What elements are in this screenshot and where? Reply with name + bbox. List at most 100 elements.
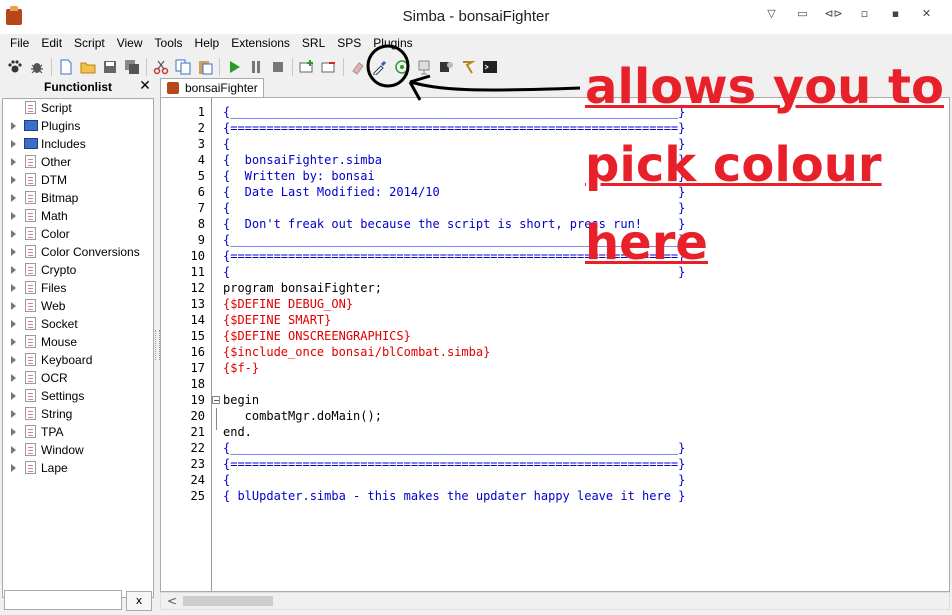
tree-item-lape[interactable]: Lape xyxy=(3,459,153,477)
menu-script[interactable]: Script xyxy=(68,34,111,52)
menu-file[interactable]: File xyxy=(4,34,35,52)
code-line[interactable]: {$DEFINE SMART} xyxy=(223,312,331,328)
eraser-icon[interactable] xyxy=(349,58,367,76)
run-icon[interactable] xyxy=(225,58,243,76)
expand-arrow-icon[interactable] xyxy=(11,212,16,220)
expand-arrow-icon[interactable] xyxy=(11,194,16,202)
fold-toggle-icon[interactable]: − xyxy=(212,396,220,405)
expand-arrow-icon[interactable] xyxy=(11,356,16,364)
tree-item-web[interactable]: Web xyxy=(3,297,153,315)
code-line[interactable]: {_______________________________________… xyxy=(223,440,685,456)
menu-tools[interactable]: Tools xyxy=(149,34,189,52)
menu-help[interactable]: Help xyxy=(189,34,226,52)
menu-view[interactable]: View xyxy=(111,34,149,52)
code-line[interactable]: {$DEFINE DEBUG_ON} xyxy=(223,296,353,312)
minimize-button[interactable]: ▫ xyxy=(849,6,880,22)
restore-view-icon[interactable]: ▭ xyxy=(787,6,818,22)
functionlist-search-input[interactable] xyxy=(4,590,122,610)
save-icon[interactable] xyxy=(101,58,119,76)
menu-srl[interactable]: SRL xyxy=(296,34,331,52)
expand-arrow-icon[interactable] xyxy=(11,230,16,238)
menu-plugins[interactable]: Plugins xyxy=(367,34,418,52)
expand-arrow-icon[interactable] xyxy=(11,392,16,400)
code-line[interactable]: { blUpdater.simba - this makes the updat… xyxy=(223,488,685,504)
tree-item-bitmap[interactable]: Bitmap xyxy=(3,189,153,207)
tree-item-color-conversions[interactable]: Color Conversions xyxy=(3,243,153,261)
tab-bonsaifighter[interactable]: bonsaiFighter xyxy=(160,78,264,98)
tree-item-settings[interactable]: Settings xyxy=(3,387,153,405)
code-line[interactable]: combatMgr.doMain(); xyxy=(223,408,382,424)
open-folder-icon[interactable] xyxy=(79,58,97,76)
color-picker-icon[interactable] xyxy=(371,58,389,76)
tree-item-crypto[interactable]: Crypto xyxy=(3,261,153,279)
pin-icon[interactable]: ⊲⊳ xyxy=(818,6,849,22)
code-line[interactable]: {$f-} xyxy=(223,360,259,376)
expand-arrow-icon[interactable] xyxy=(11,302,16,310)
paste-icon[interactable] xyxy=(196,58,214,76)
tree-item-string[interactable]: String xyxy=(3,405,153,423)
tree-item-keyboard[interactable]: Keyboard xyxy=(3,351,153,369)
tree-item-other[interactable]: Other xyxy=(3,153,153,171)
code-line[interactable]: {$include_once bonsai/blCombat.simba} xyxy=(223,344,490,360)
tree-item-math[interactable]: Math xyxy=(3,207,153,225)
code-line[interactable]: { } xyxy=(223,472,685,488)
tree-item-includes[interactable]: Includes xyxy=(3,135,153,153)
expand-arrow-icon[interactable] xyxy=(11,410,16,418)
dropdown-icon[interactable]: ▽ xyxy=(756,6,787,22)
menu-extensions[interactable]: Extensions xyxy=(225,34,296,52)
tree-item-ocr[interactable]: OCR xyxy=(3,369,153,387)
code-line[interactable]: {=======================================… xyxy=(223,456,685,472)
expand-arrow-icon[interactable] xyxy=(11,266,16,274)
tree-item-plugins[interactable]: Plugins xyxy=(3,117,153,135)
horizontal-scrollbar[interactable]: < xyxy=(160,592,950,610)
add-tab-icon[interactable] xyxy=(298,58,316,76)
tree-item-color[interactable]: Color xyxy=(3,225,153,243)
paw-icon[interactable] xyxy=(6,58,24,76)
scrollbar-thumb[interactable] xyxy=(183,596,273,606)
tree-item-window[interactable]: Window xyxy=(3,441,153,459)
expand-arrow-icon[interactable] xyxy=(11,320,16,328)
pause-icon[interactable] xyxy=(247,58,265,76)
save-all-icon[interactable] xyxy=(123,58,141,76)
stop-icon[interactable] xyxy=(269,58,287,76)
expand-arrow-icon[interactable] xyxy=(11,374,16,382)
new-file-icon[interactable] xyxy=(57,58,75,76)
maximize-button[interactable]: ▪ xyxy=(880,6,911,22)
close-icon[interactable]: ✕ xyxy=(138,79,152,93)
tree-item-tpa[interactable]: TPA xyxy=(3,423,153,441)
close-button[interactable]: ✕ xyxy=(911,6,942,22)
scroll-left-icon[interactable]: < xyxy=(167,594,177,608)
tree-item-files[interactable]: Files xyxy=(3,279,153,297)
expand-arrow-icon[interactable] xyxy=(11,140,16,148)
target-window-icon[interactable] xyxy=(393,58,411,76)
tree-item-socket[interactable]: Socket xyxy=(3,315,153,333)
console-icon[interactable] xyxy=(481,58,499,76)
tree-item-dtm[interactable]: DTM xyxy=(3,171,153,189)
menu-sps[interactable]: SPS xyxy=(331,34,367,52)
cut-icon[interactable] xyxy=(152,58,170,76)
bug-icon[interactable] xyxy=(28,58,46,76)
expand-arrow-icon[interactable] xyxy=(11,284,16,292)
clear-search-button[interactable]: x xyxy=(126,591,152,611)
close-tab-icon[interactable] xyxy=(320,58,338,76)
tree-item-script[interactable]: Script xyxy=(3,99,153,117)
menu-edit[interactable]: Edit xyxy=(35,34,68,52)
client-select-icon[interactable] xyxy=(415,58,433,76)
bitmap-conv-icon[interactable] xyxy=(437,58,455,76)
extension-tool-icon[interactable] xyxy=(459,58,477,76)
tree-item-mouse[interactable]: Mouse xyxy=(3,333,153,351)
code-line[interactable]: program bonsaiFighter; xyxy=(223,280,382,296)
expand-arrow-icon[interactable] xyxy=(11,446,16,454)
copy-icon[interactable] xyxy=(174,58,192,76)
expand-arrow-icon[interactable] xyxy=(11,338,16,346)
code-line[interactable]: {$DEFINE ONSCREENGRAPHICS} xyxy=(223,328,411,344)
expand-arrow-icon[interactable] xyxy=(11,158,16,166)
expand-arrow-icon[interactable] xyxy=(11,248,16,256)
code-line[interactable]: begin xyxy=(223,392,259,408)
expand-arrow-icon[interactable] xyxy=(11,176,16,184)
expand-arrow-icon[interactable] xyxy=(11,464,16,472)
expand-arrow-icon[interactable] xyxy=(11,122,16,130)
document-icon xyxy=(25,353,36,366)
expand-arrow-icon[interactable] xyxy=(11,428,16,436)
code-line[interactable]: end. xyxy=(223,424,252,440)
